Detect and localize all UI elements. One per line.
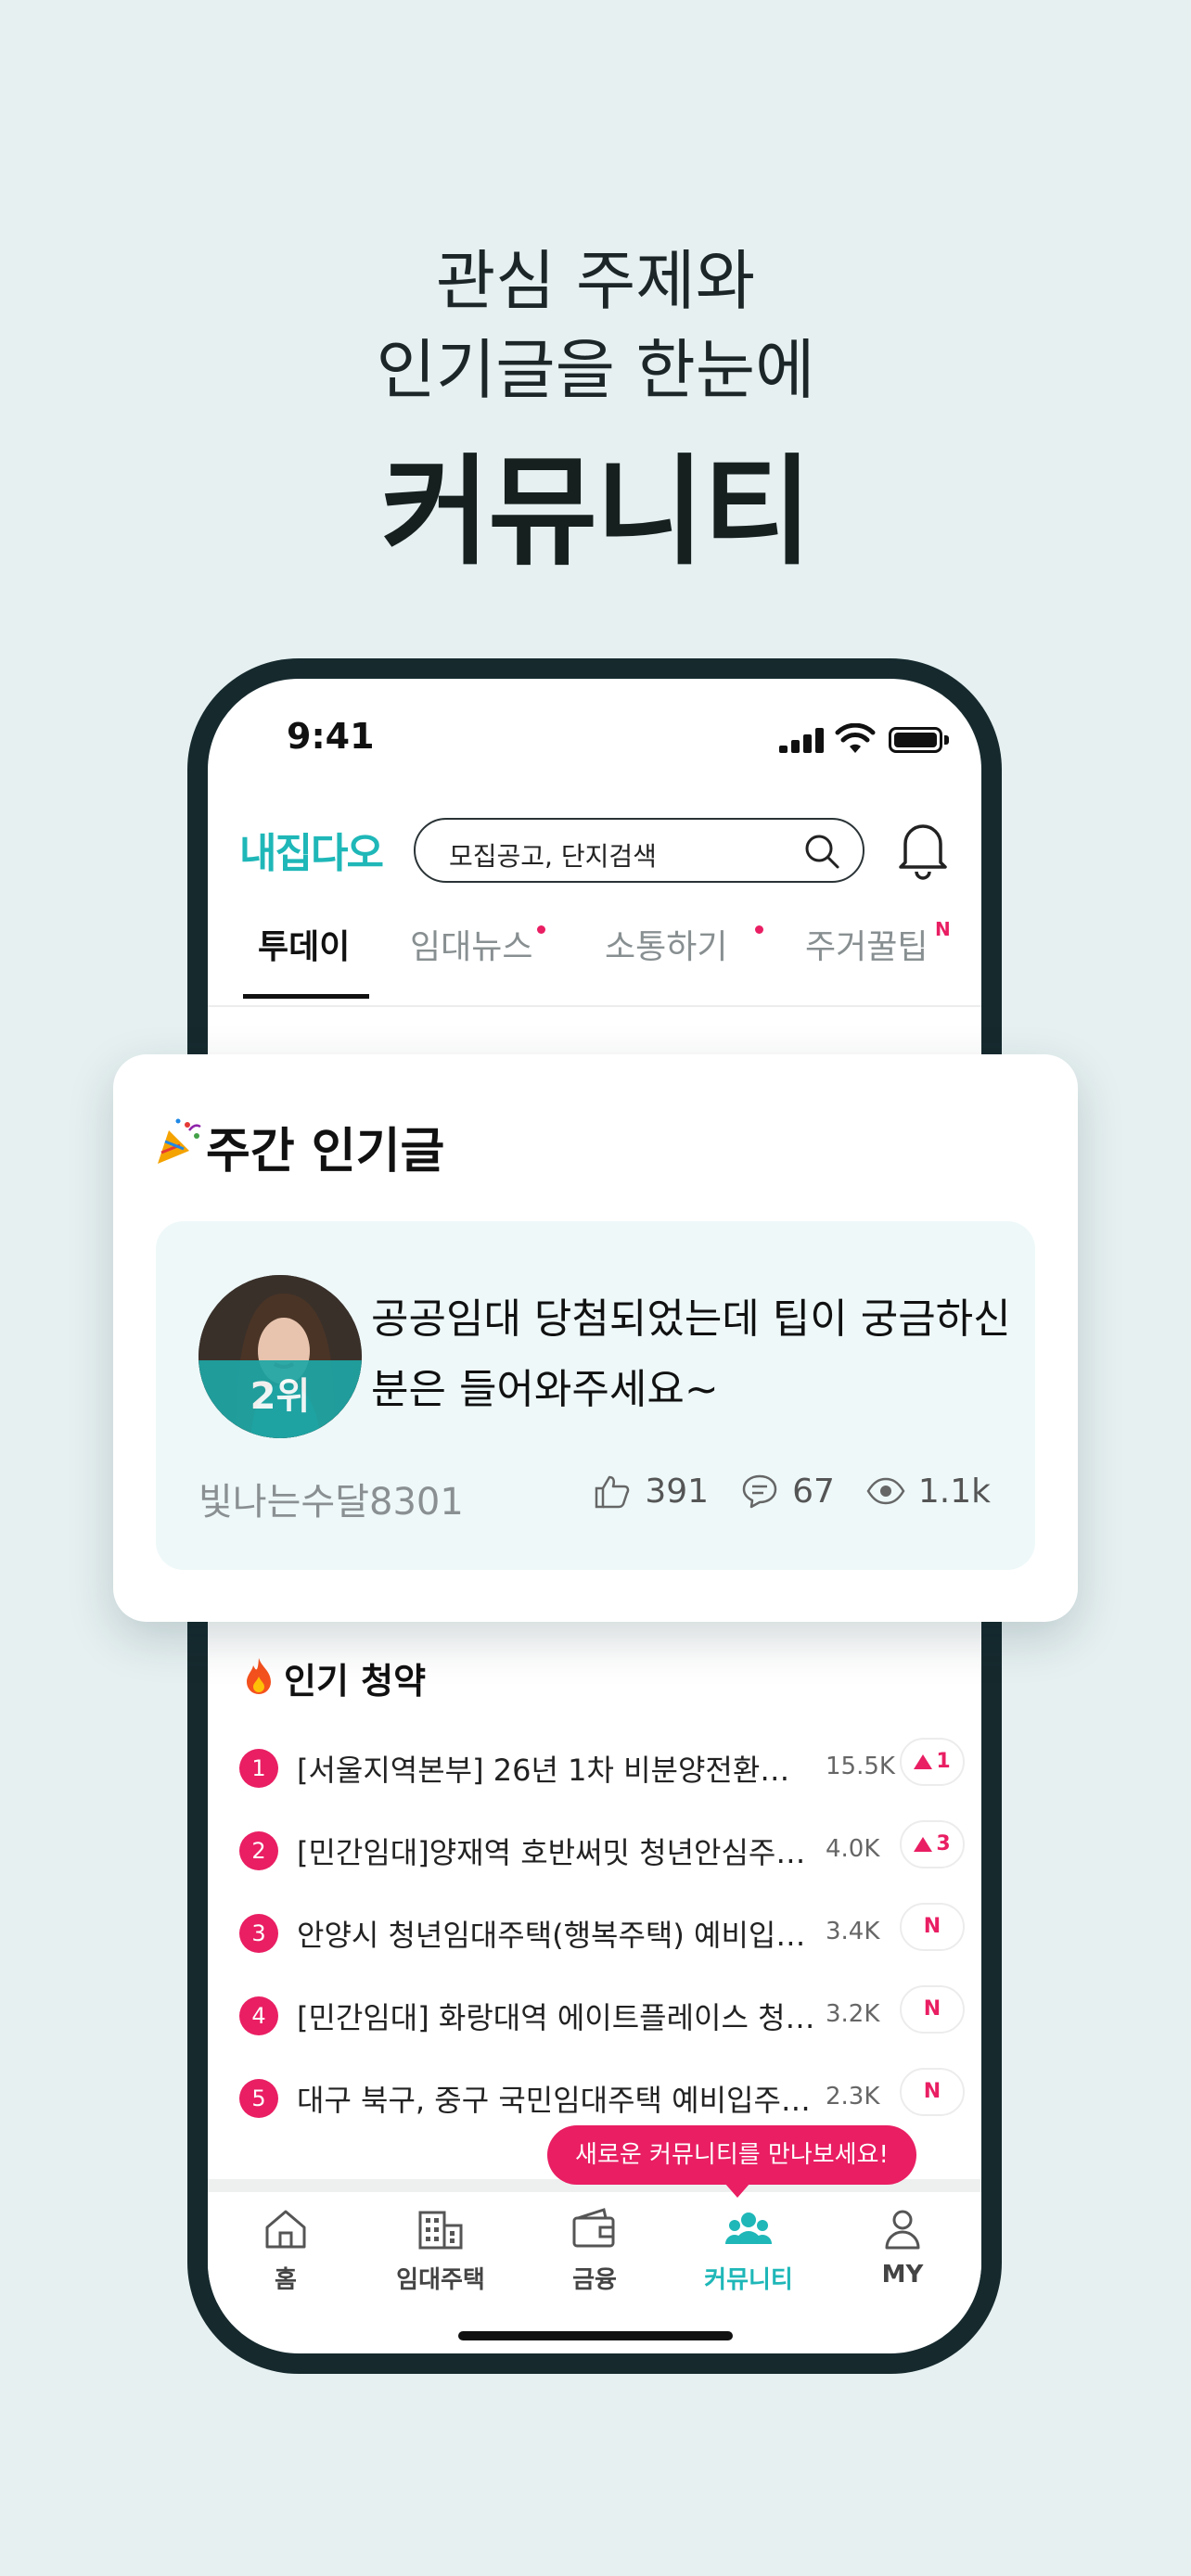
tab-rental-news-dot — [537, 925, 545, 934]
rank-count: 2.3K — [826, 2083, 880, 2111]
popular-post[interactable]: 2위 공공임대 당첨되었는데 팁이 궁금하신 분은 들어와주세요~ 빛나는수달8… — [156, 1221, 1035, 1570]
rank-count: 3.4K — [826, 1918, 880, 1945]
rank-title: [민간임대] 화랑대역 에이트플레이스 청년안심주택 — [297, 2000, 816, 2035]
tab-today[interactable]: 투데이 — [258, 920, 350, 968]
home-icon — [265, 2210, 306, 2249]
rank-new-badge: N — [900, 2068, 965, 2116]
avatar: 2위 — [198, 1275, 362, 1438]
wifi-icon — [835, 723, 876, 753]
view-count: 1.1k — [917, 1472, 991, 1511]
nav-finance[interactable]: 금융 — [534, 2205, 655, 2295]
cellular-signal-icon — [779, 727, 824, 753]
nav-my-label: MY — [881, 2261, 924, 2289]
eye-icon — [866, 1477, 905, 1505]
wallet-icon — [572, 2208, 615, 2248]
rank-title: [민간임대]양재역 호반써밋 청년안심주택 모집 — [297, 1835, 816, 1870]
list-item[interactable]: 3 안양시 청년임대주택(행복주택) 예비입주자 모집 3.4K N — [239, 1897, 965, 1971]
battery-icon — [889, 727, 942, 753]
search-bar[interactable]: 모집공고, 단지검색 — [414, 818, 864, 883]
list-item[interactable]: 1 [서울지역본부] 26년 1차 비분양전환공공임대주택 15.5K 1 — [239, 1732, 965, 1806]
rank-number: 2 — [239, 1831, 278, 1870]
nav-community[interactable]: 커뮤니티 — [688, 2205, 809, 2295]
building-icon — [418, 2211, 463, 2250]
comment-icon[interactable] — [740, 1472, 779, 1511]
tab-housing-tips-new: N — [935, 918, 951, 940]
tab-bar: 투데이 임대뉴스 소통하기 주거꿀팁 N — [208, 918, 981, 1000]
list-item[interactable]: 2 [민간임대]양재역 호반써밋 청년안심주택 모집 4.0K 3 — [239, 1815, 965, 1889]
home-indicator[interactable] — [458, 2331, 733, 2340]
search-icon[interactable] — [801, 831, 842, 872]
rank-title: 대구 북구, 중구 국민임대주택 예비입주자 모집 — [297, 2083, 816, 2118]
rank-count: 15.5K — [826, 1753, 895, 1780]
list-item[interactable]: 4 [민간임대] 화랑대역 에이트플레이스 청년안심주택 3.2K N — [239, 1980, 965, 2054]
popular-subscriptions-title: 인기 청약 — [284, 1661, 427, 1702]
tab-community-talk-dot — [755, 925, 763, 934]
nav-home[interactable]: 홈 — [225, 2205, 346, 2295]
tab-rental-news[interactable]: 임대뉴스 — [410, 920, 532, 968]
rank-number: 5 — [239, 2079, 278, 2118]
nav-my[interactable]: MY — [842, 2205, 963, 2289]
rank-number: 1 — [239, 1749, 278, 1788]
rank-title: [서울지역본부] 26년 1차 비분양전환공공임대주택 — [297, 1753, 816, 1788]
comment-count: 67 — [792, 1472, 835, 1511]
nav-rental[interactable]: 임대주택 — [380, 2205, 501, 2295]
nav-home-label: 홈 — [275, 2266, 297, 2294]
headline-title: 커뮤니티 — [380, 443, 812, 581]
party-popper-icon — [158, 1118, 201, 1164]
bottom-nav: 홈 임대주택 금융 커뮤니티 MY — [208, 2192, 981, 2303]
tab-community-talk[interactable]: 소통하기 — [605, 920, 727, 968]
rank-badge: 2위 — [198, 1360, 362, 1438]
rank-number: 4 — [239, 1996, 278, 2035]
fire-icon — [247, 1658, 271, 1694]
search-placeholder: 모집공고, 단지검색 — [449, 841, 657, 872]
new-community-tooltip[interactable]: 새로운 커뮤니티를 만나보세요! — [547, 2125, 916, 2185]
people-icon — [725, 2213, 772, 2244]
active-tab-indicator — [243, 994, 369, 999]
nav-rental-label: 임대주택 — [396, 2266, 485, 2294]
like-count: 391 — [645, 1472, 710, 1511]
app-logo[interactable]: 내집다오 — [239, 820, 384, 879]
notification-bell-icon[interactable] — [894, 816, 952, 881]
status-time: 9:41 — [287, 716, 375, 757]
rank-change-badge: 1 — [900, 1738, 965, 1786]
nav-community-label: 커뮤니티 — [704, 2266, 793, 2294]
headline-line2: 인기글을 한눈에 — [376, 332, 815, 408]
weekly-popular-card: 주간 인기글 2위 공공임대 당첨되었는데 팁이 궁금하신 분은 들어와주세요~… — [113, 1054, 1078, 1622]
rank-count: 4.0K — [826, 1835, 880, 1863]
headline-line1: 관심 주제와 — [435, 243, 756, 319]
post-author: 빛나는수달8301 — [198, 1481, 464, 1524]
post-title[interactable]: 공공임대 당첨되었는데 팁이 궁금하신 분은 들어와주세요~ — [371, 1284, 1020, 1425]
post-stats: 391 67 1.1k — [593, 1472, 991, 1511]
rank-new-badge: N — [900, 1903, 965, 1951]
nav-finance-label: 금융 — [572, 2266, 617, 2294]
tab-housing-tips[interactable]: 주거꿀팁 — [805, 920, 928, 968]
rank-change-badge: 3 — [900, 1820, 965, 1868]
rank-new-badge: N — [900, 1985, 965, 2034]
rank-title: 안양시 청년임대주택(행복주택) 예비입주자 모집 — [297, 1918, 816, 1953]
weekly-popular-title: 주간 인기글 — [206, 1124, 445, 1180]
rank-count: 3.2K — [826, 2000, 880, 2028]
rank-number: 3 — [239, 1914, 278, 1953]
person-icon — [885, 2210, 920, 2250]
thumbs-up-icon[interactable] — [593, 1472, 632, 1511]
